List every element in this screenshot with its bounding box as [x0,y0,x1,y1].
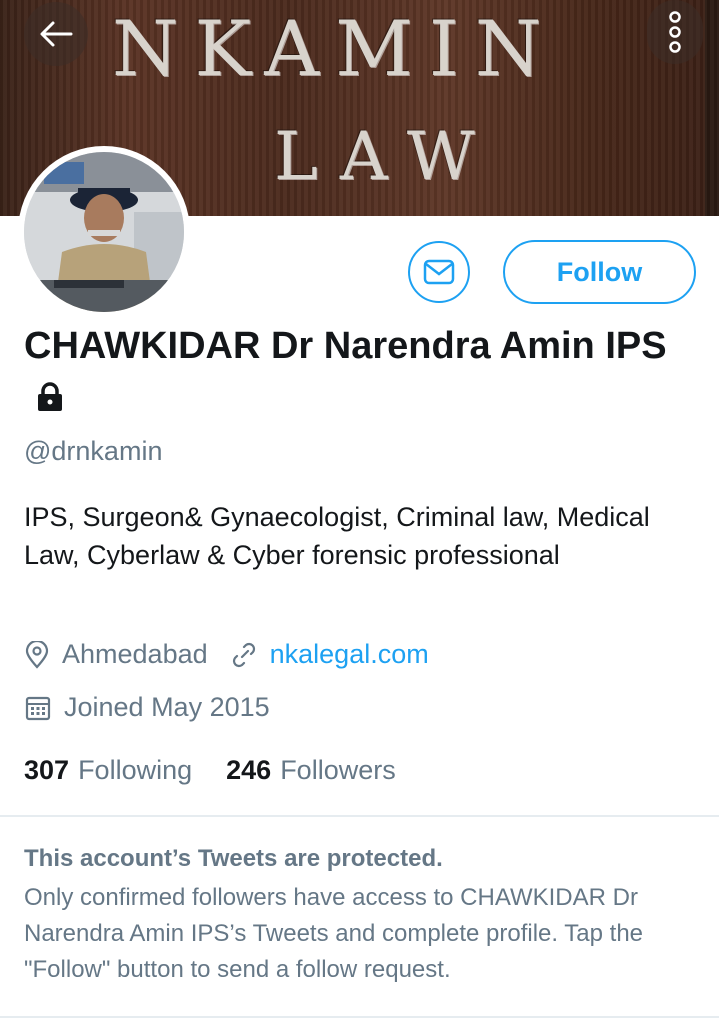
profile-name: CHAWKIDAR Dr Narendra Amin IPS [24,320,704,426]
location-pin-icon [25,640,49,669]
profile-bio: IPS, Surgeon& Gynaecologist, Criminal la… [24,502,650,570]
profile-joined-row: Joined May 2015 [24,692,270,723]
link-icon [232,642,255,667]
location-text: Ahmedabad [62,639,208,669]
message-button[interactable] [408,241,470,303]
followers-label: Followers [280,755,396,785]
following-stat[interactable]: 307 Following [24,755,192,786]
back-arrow-icon [40,21,73,47]
banner-text-line2: LAW [274,118,497,195]
calendar-icon [25,696,51,720]
following-label: Following [78,755,193,785]
avatar-photo [24,152,184,312]
profile-name-text: CHAWKIDAR Dr Narendra Amin IPS [24,325,667,367]
joined-text: Joined May 2015 [64,692,270,722]
protected-title: This account’s Tweets are protected. [24,845,443,872]
profile-handle: @drnkamin [24,436,163,466]
banner-text-line1: NKAMIN [112,4,558,93]
followers-stat[interactable]: 246 Followers [226,755,396,786]
lock-icon [38,382,62,411]
protected-message: Only confirmed followers have access to … [24,884,644,983]
back-button[interactable] [24,2,88,66]
more-vertical-icon [669,11,681,53]
following-count: 307 [24,755,70,785]
profile-meta-row: Ahmedabad nkalegal.com [24,639,429,670]
section-divider [0,815,719,817]
profile-stats: 307 Following 246 Followers [24,755,430,786]
bottom-divider [0,1016,719,1018]
website-link[interactable]: nkalegal.com [270,639,429,670]
envelope-icon [423,259,455,285]
followers-count: 246 [226,755,272,785]
avatar[interactable] [18,146,190,318]
more-options-button[interactable] [647,0,703,64]
follow-button[interactable]: Follow [503,240,696,304]
